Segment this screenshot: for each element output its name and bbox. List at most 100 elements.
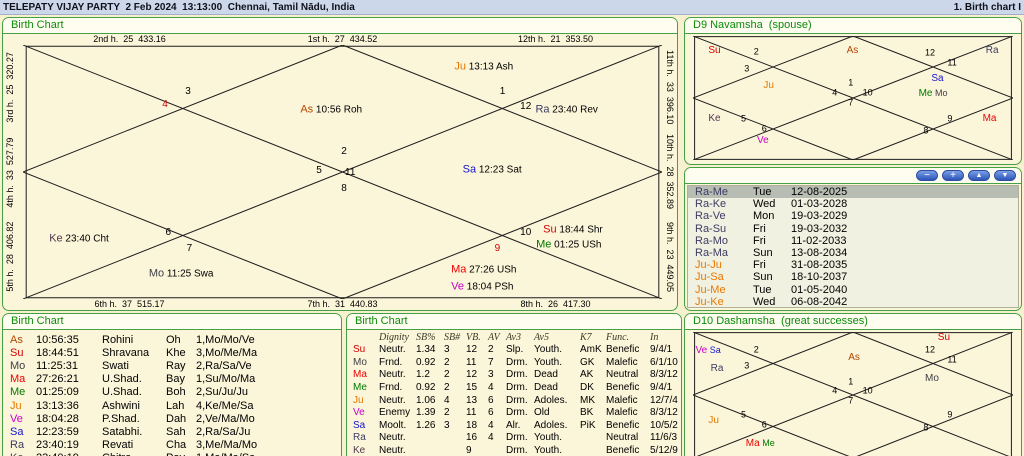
position-cell: 2,Ra/Sa/Ve [196, 359, 252, 372]
strength-cell: 2 [488, 344, 494, 356]
dasha-cell: Sun [753, 247, 773, 260]
sign-number: 4 [162, 99, 168, 111]
dasha-row[interactable]: Ra-Ke Wed 01-03-2028 [688, 198, 1018, 210]
strength-cell: Neutral [606, 432, 639, 444]
north-indian-chart-svg [23, 45, 662, 299]
strength-cell: Drm. [506, 444, 528, 456]
strength-cell: Benefic [606, 419, 640, 431]
dasha-cell: Ju-Sa [695, 271, 724, 284]
strength-cell: 11 [466, 407, 477, 419]
dasha-next-button[interactable]: + [942, 170, 964, 181]
d9-chart[interactable]: 2 3 1 4 10 7 5 6 8 9 11 12 Su As Ra Ju Sa Me Mo Ke Ve Ma [693, 36, 1013, 160]
strength-header-cell: In [650, 331, 659, 343]
sign-number: 3 [744, 360, 750, 371]
strength-cell: Alr. [506, 419, 521, 431]
strength-cell: Neutr. [379, 444, 406, 456]
position-cell: Revati [102, 439, 134, 452]
position-cell: 11:25:31 [36, 359, 79, 372]
dasha-cell: Wed [753, 198, 776, 211]
north-indian-chart-svg [693, 332, 1013, 456]
d10-panel-body: 2 3 1 4 10 7 5 6 8 9 11 12 Su As Ve Sa Ra Mo Ju Ma Me [685, 330, 1021, 456]
house-strength-label: 5th h. 28 406.82 [5, 221, 15, 292]
strength-row: Ju Neutr. 1.06 4 13 6 Drm. Adoles. MK Malefic 12/7… [353, 394, 681, 407]
sign-number: 6 [761, 123, 767, 134]
strength-header-cell: VB. [466, 331, 481, 343]
planet-label: Su 18:44 Shr [543, 223, 603, 236]
position-cell: 3,Mo/Me/Ma [196, 346, 258, 359]
planet-label: Ma Me [745, 438, 775, 450]
strength-row: Sa Moolt. 1.26 3 18 4 Alr. Adoles. PiK Benefic 10/… [353, 419, 681, 432]
strength-cell: 8/3/12 [650, 407, 678, 419]
dasha-cell: Tue [753, 283, 772, 296]
strength-cell: Drm. [506, 369, 528, 381]
sign-number: 1 [848, 77, 854, 88]
strength-planet-cell: Ke [353, 444, 366, 456]
dasha-cell: 19-03-2032 [791, 222, 848, 235]
dasha-row[interactable]: Ra-Ve Mon 19-03-2029 [688, 210, 1018, 222]
strength-cell: Youth. [534, 444, 562, 456]
sign-number: 10 [520, 226, 532, 238]
strength-header-cell: Av5 [534, 331, 549, 343]
strength-cell: 10/5/2 [650, 419, 678, 431]
dasha-row[interactable]: Ra-Ma Sun 13-08-2034 [688, 247, 1018, 259]
sign-number: 1 [499, 85, 506, 97]
dasha-row[interactable]: Ju-Me Tue 01-05-2040 [688, 284, 1018, 296]
planet-label: Me 01:25 USh [536, 238, 602, 251]
position-cell: Ke [10, 452, 36, 456]
sign-number: 2 [341, 146, 347, 158]
planet-label: Ve [757, 135, 769, 147]
sign-number: 10 [862, 385, 873, 396]
d10-chart[interactable]: 2 3 1 4 10 7 5 6 8 9 11 12 Su As Ve Sa Ra Mo Ju Ma Me [693, 332, 1013, 456]
dasha-cell: 11-02-2033 [791, 234, 847, 247]
sign-number: 12 [925, 47, 936, 58]
strength-cell: 3 [444, 344, 450, 356]
sign-number: 6 [761, 419, 767, 430]
position-cell: 4,Ke/Me/Sa [196, 399, 254, 412]
position-cell: 12:23:59 [36, 425, 79, 438]
position-cell: Dah [166, 412, 187, 425]
position-cell: Lah [166, 399, 185, 412]
sign-number: 2 [753, 344, 759, 355]
dasha-row[interactable]: Ju-Ju Fri 31-08-2035 [688, 259, 1018, 271]
dasha-cell: 12-08-2025 [791, 186, 848, 199]
position-cell: Ju [10, 399, 22, 412]
position-row: Su 18:44:51 Shravana Khe 3,Mo/Me/Ma [10, 346, 341, 359]
vimshottari-panel-body: Ra-Me Tue 12-08-2025 Ra-Ke Wed 01-03-2028 Ra-V… [685, 184, 1021, 310]
strength-cell: Enemy [379, 407, 411, 419]
sign-number: 6 [165, 226, 172, 238]
position-cell: Cha [166, 439, 187, 452]
strengths-panel-title: Birth Chart [347, 314, 681, 330]
dasha-down-button[interactable]: ▼ [994, 170, 1016, 181]
dasha-cell: Ju-Ju [695, 259, 722, 272]
strength-cell: 2 [444, 381, 450, 393]
strength-cell: 0.92 [416, 356, 436, 368]
dasha-up-button[interactable]: ▲ [968, 170, 990, 181]
dasha-row[interactable]: Ju-Ke Wed 06-08-2042 [688, 296, 1018, 307]
strength-planet-cell: Su [353, 344, 366, 356]
sign-number: 4 [832, 385, 838, 396]
d10-dashamsha-panel: D10 Dashamsha (great successes) 2 3 1 4 10 7 5… [684, 313, 1022, 456]
strength-cell: Adoles. [534, 394, 568, 406]
dasha-row[interactable]: Ju-Sa Sun 18-10-2037 [688, 271, 1018, 283]
dasha-cell: Ra-Ma [695, 247, 729, 260]
dasha-cell: Mon [753, 210, 775, 223]
strength-row: Me Frnd. 0.92 2 15 4 Drm. Dead DK Benefic 9/4/1 [353, 381, 681, 394]
titlebar-chart-label: 1. Birth chart I [953, 1, 1021, 13]
strength-row: Mo Frnd. 0.92 2 11 7 Drm. Youth. GK Malefic 6/1/10 [353, 356, 681, 369]
planet-label: Ra [710, 362, 724, 374]
strength-cell: Neutr. [379, 432, 406, 444]
strength-cell: Benefic [606, 344, 640, 356]
dasha-row[interactable]: Ra-Mo Fri 11-02-2033 [688, 235, 1018, 247]
dasha-row[interactable]: Ra-Su Fri 19-03-2032 [688, 223, 1018, 235]
strength-cell: 1.39 [416, 407, 436, 419]
strength-cell: 4 [488, 381, 494, 393]
rasi-chart[interactable]: 3 4 1 12 2 5 11 8 6 7 10 9 As 10:56 Roh Ju 13:13 Ash R… [23, 45, 662, 299]
dasha-row[interactable]: Ra-Me Tue 12-08-2025 [688, 186, 1018, 199]
position-cell: Oh [166, 333, 181, 346]
d9-panel-body: 2 3 1 4 10 7 5 6 8 9 11 12 Su As Ra Ju Sa Me Mo Ke Ve Ma [685, 34, 1021, 164]
position-cell: Chitra [102, 452, 166, 456]
dasha-previous-button[interactable]: − [916, 170, 938, 181]
sign-number: 12 [925, 344, 936, 355]
planet-label: Su [708, 44, 721, 56]
position-cell: 2,Ve/Ma/Mo [196, 412, 255, 425]
